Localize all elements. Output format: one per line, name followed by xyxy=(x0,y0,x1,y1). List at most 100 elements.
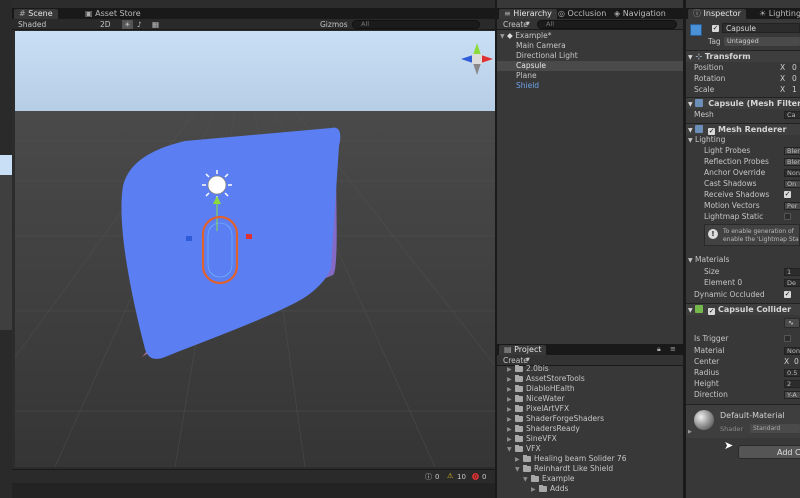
capsule-collider-enabled-checkbox[interactable]: ✓ xyxy=(708,308,716,315)
panel-menu-icon[interactable]: ≡ xyxy=(670,345,676,353)
hierarchy-item-capsule[interactable]: Capsule xyxy=(497,61,683,71)
gizmos-dropdown[interactable]: Gizmos xyxy=(320,20,348,29)
message-count[interactable]: 0 xyxy=(435,473,439,481)
transform-header[interactable]: ▼ ⊹ Transform xyxy=(686,50,800,62)
tab-inspector[interactable]: ⓘ Inspector xyxy=(688,9,746,19)
row-label: Radius xyxy=(694,368,720,377)
folder-item[interactable]: ▶ AssetStoreTools xyxy=(497,374,683,384)
material-section: Default-Material Shader Standard ▶ xyxy=(686,404,800,438)
folder-item[interactable]: ▶ NiceWater xyxy=(497,394,683,404)
scale-x-value[interactable]: 1 xyxy=(792,84,797,95)
axis-label: X xyxy=(780,74,786,83)
collider-radius-field[interactable]: 0.5 xyxy=(784,369,800,377)
folder-icon xyxy=(515,435,523,442)
collider-height-field[interactable]: 2 xyxy=(784,380,800,388)
dynamic-occluded-checkbox[interactable]: ✓ xyxy=(784,291,791,298)
hierarchy-item-directional-light[interactable]: Directional Light xyxy=(497,51,683,61)
tab-occlusion[interactable]: ◎ Occlusion xyxy=(553,9,611,19)
mesh-field[interactable]: Ca xyxy=(784,111,800,119)
receive-shadows-checkbox[interactable]: ✓ xyxy=(784,191,791,198)
hierarchy-item-shield[interactable]: Shield xyxy=(497,81,683,91)
object-active-checkbox[interactable]: ✓ xyxy=(712,25,719,32)
folder-item[interactable]: ▶ ShaderForgeShaders xyxy=(497,414,683,424)
divider-scene-hierarchy[interactable] xyxy=(495,0,497,498)
object-cube-icon xyxy=(690,24,702,36)
hierarchy-scene-root[interactable]: ▼ ◆ Example* xyxy=(497,31,683,41)
center-x-value[interactable]: 0 xyxy=(794,356,799,367)
folder-item[interactable]: ▼ Reinhardt Like Shield xyxy=(497,464,683,474)
tab-project[interactable]: ▤ Project xyxy=(499,345,547,355)
row-label: Element 0 xyxy=(704,278,743,287)
shading-mode-dropdown[interactable]: Shaded xyxy=(18,20,46,29)
error-count[interactable]: 0 xyxy=(482,473,486,481)
left-edge-ground xyxy=(0,175,12,330)
tab-lighting-label: Lighting xyxy=(768,9,800,18)
collider-direction-dropdown[interactable]: Y-A xyxy=(784,391,800,399)
tab-scene[interactable]: # Scene xyxy=(14,9,58,19)
folder-item[interactable]: ▶ 2.0bis xyxy=(497,364,683,374)
shader-value: Standard xyxy=(753,425,781,432)
scene-viewport[interactable] xyxy=(15,31,495,467)
folder-item[interactable]: ▼ Example xyxy=(497,474,683,484)
tab-navigation[interactable]: ◈ Navigation xyxy=(609,9,671,19)
tab-lighting[interactable]: ☀ Lighting xyxy=(754,9,800,19)
hierarchy-item-main-camera[interactable]: Main Camera xyxy=(497,41,683,51)
anchor-override-row: Anchor Override None xyxy=(686,167,800,178)
edit-collider-button[interactable]: ∿ xyxy=(784,318,800,328)
cast-shadows-dropdown[interactable]: On xyxy=(784,180,800,188)
scene-search-input[interactable]: All xyxy=(352,20,480,29)
folder-item[interactable]: ▶ DiabloHEalth xyxy=(497,384,683,394)
lighting-toggle-icon[interactable]: ☀ xyxy=(122,20,133,29)
capsule-collider-header[interactable]: ▼ ✓ Capsule Collider xyxy=(686,303,800,315)
hierarchy-search-input[interactable]: All xyxy=(537,20,677,29)
folder-item[interactable]: ▶ ShadersReady xyxy=(497,424,683,434)
light-probes-dropdown[interactable]: Blen xyxy=(784,147,800,155)
warning-count[interactable]: 10 xyxy=(457,473,466,481)
tab-hierarchy-label: Hierarchy xyxy=(513,9,552,18)
folder-item[interactable]: ▶ SineVFX xyxy=(497,434,683,444)
hierarchy-item-label: Capsule xyxy=(516,61,546,70)
audio-toggle-icon[interactable]: ♪ xyxy=(137,20,142,29)
object-name-field[interactable]: Capsule xyxy=(722,23,800,33)
add-component-button[interactable]: Add C xyxy=(738,445,800,459)
mesh-filter-header[interactable]: ▼ Capsule (Mesh Filter) xyxy=(686,97,800,109)
collider-material-field[interactable]: None xyxy=(784,347,800,355)
materials-foldout[interactable]: ▼ Materials xyxy=(686,254,800,265)
lighting-foldout[interactable]: ▼ Lighting xyxy=(686,134,800,145)
effects-dropdown-icon[interactable]: ▦ xyxy=(152,20,159,29)
hierarchy-create-dropdown[interactable]: Create xyxy=(503,20,528,29)
mode-2d-toggle[interactable]: 2D xyxy=(100,20,111,29)
folder-item[interactable]: ▼ VFX xyxy=(497,444,683,454)
tab-asset-store[interactable]: ▣ Asset Store xyxy=(80,9,146,19)
tab-occlusion-label: Occlusion xyxy=(567,9,607,18)
folder-icon xyxy=(515,375,523,382)
row-label: Mesh xyxy=(694,110,714,119)
divider-hierarchy-inspector[interactable] xyxy=(683,0,686,498)
capsule-collider-title: Capsule Collider xyxy=(718,305,792,314)
motion-vectors-dropdown[interactable]: Per xyxy=(784,202,800,210)
materials-size-field[interactable]: 1 xyxy=(784,268,800,276)
folder-label: Adds xyxy=(550,484,569,493)
is-trigger-checkbox[interactable] xyxy=(784,335,791,342)
expand-arrow-icon: ▼ xyxy=(688,127,693,134)
gizmo-x-handle xyxy=(246,234,252,239)
project-folder-tree: ▶ 2.0bis ▶ AssetStoreTools ▶ DiabloHEalth ▶… xyxy=(497,364,683,498)
inspector-content: ✓ Capsule Tag Untagged ▼ ⊹ Transform Pos… xyxy=(686,20,800,498)
folder-item[interactable]: ▶ Healing beam Solider 76 xyxy=(497,454,683,464)
lightmap-static-checkbox[interactable] xyxy=(784,213,791,220)
anchor-override-field[interactable]: None xyxy=(784,169,800,177)
folder-item[interactable]: ▶ Adds xyxy=(497,484,683,494)
folder-item[interactable]: ▶ PixelArtVFX xyxy=(497,404,683,414)
rotation-x-value[interactable]: 0 xyxy=(792,73,797,84)
folder-icon xyxy=(515,425,523,432)
reflection-probes-dropdown[interactable]: Blen xyxy=(784,158,800,166)
dynamic-occluded-row: Dynamic Occluded ✓ xyxy=(686,289,800,300)
hierarchy-item-plane[interactable]: Plane xyxy=(497,71,683,81)
tag-dropdown[interactable]: Untagged xyxy=(724,37,800,46)
position-x-value[interactable]: 0 xyxy=(792,62,797,73)
shader-dropdown[interactable]: Standard xyxy=(750,424,800,433)
tab-hierarchy[interactable]: ≡ Hierarchy xyxy=(499,9,557,19)
material-element-field[interactable]: De xyxy=(784,279,800,287)
expand-arrow-icon: ▼ xyxy=(688,257,693,264)
lock-icon[interactable]: 🔒︎ xyxy=(657,345,661,354)
